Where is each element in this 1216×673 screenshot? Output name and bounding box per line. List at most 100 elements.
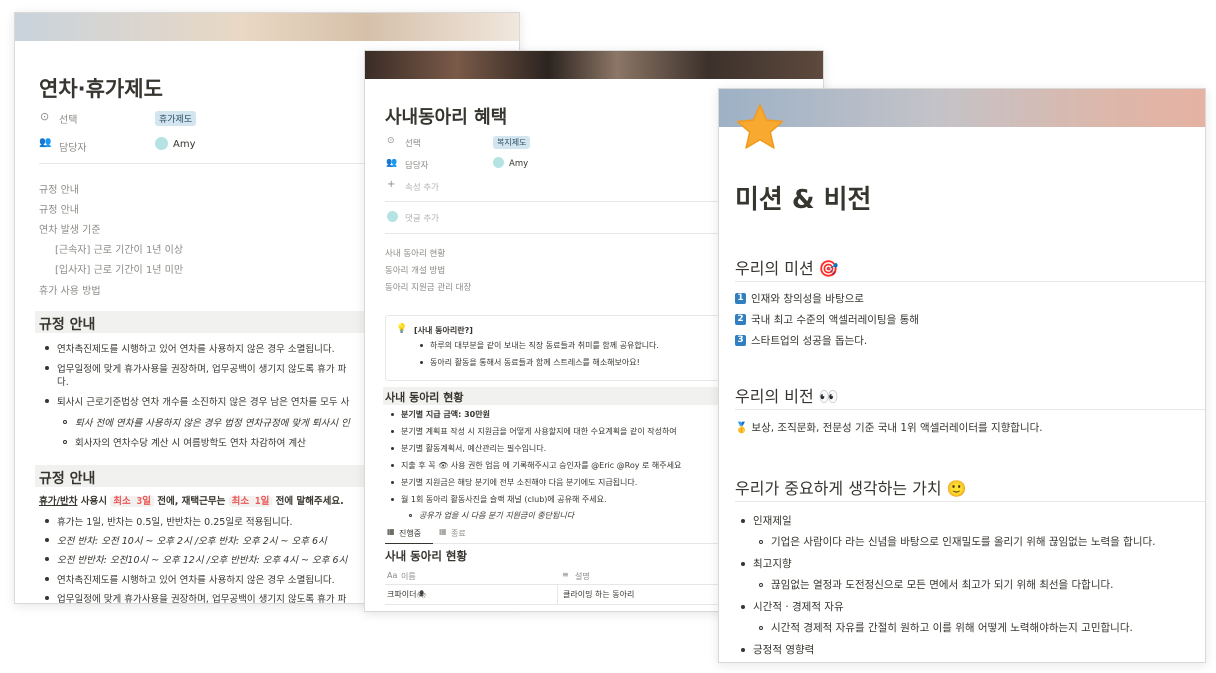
tab-ended[interactable]: 종료 (451, 528, 466, 539)
list-item: 오전 반차: 오전 10시 ~ 오후 2시 /오후 반차: 오후 2시 ~ 오후… (57, 536, 327, 547)
list-subitem: 퇴사 전에 연차를 사용하지 않은 경우 법정 연차규정에 맞게 퇴사시 인 (75, 418, 350, 429)
sub-bullet (63, 420, 67, 424)
value-name: 시간적 · 경제적 자유 (753, 601, 844, 613)
list-item: 국내 최고 수준의 액셀러레이팅을 통해 (751, 314, 919, 326)
tab-underline (385, 543, 433, 544)
inline-code: 최소 3일 (110, 496, 154, 507)
page-title: 미션 & 비전 (735, 185, 872, 215)
tab-active[interactable]: 진행중 (399, 528, 421, 539)
list-item: 분기별 지급 금액: 30만원 (401, 410, 490, 419)
section-heading: 규정 안내 (39, 317, 96, 333)
cover-image (719, 89, 1205, 127)
value-name: 최고지향 (753, 558, 792, 570)
select-tag[interactable]: 휴가제도 (155, 111, 197, 126)
bullet (391, 447, 394, 450)
value-desc: 끊임없는 열정과 도전정신으로 모든 면에서 최고가 되기 위해 최선을 다합니… (771, 579, 1114, 591)
toc-item[interactable]: [근속자] 근로 기간이 1년 이상 (55, 241, 183, 256)
bullet (45, 519, 49, 523)
list-item: 업무일정에 맞게 휴가사용을 권장하며, 업무공백이 생기지 않도록 휴가 파 (57, 364, 347, 375)
sub-bullet (759, 626, 763, 630)
add-comment-button[interactable]: 댓글 추가 (405, 212, 439, 224)
toc-item[interactable]: 연차 발생 기준 (39, 221, 101, 236)
divider (735, 501, 1205, 502)
people-icon: 👥 (39, 137, 52, 148)
list-item: 분기별 계획표 작성 시 지원금을 어떻게 사용할지에 대한 수요계획을 같이 … (401, 427, 677, 436)
bullet (741, 648, 745, 652)
rule-part: 사용시 (77, 496, 111, 507)
rule-part: 휴가/반차 (39, 496, 78, 507)
bullet (45, 399, 49, 403)
lightbulb-icon: 💡 (396, 324, 408, 334)
bullet (741, 562, 745, 566)
list-item: 분기별 활동계획서, 예산관리는 필수입니다. (401, 444, 547, 453)
select-icon: ⊙ (387, 136, 395, 146)
number-badge: 2 (735, 314, 746, 325)
list-item: 인재와 창의성을 바탕으로 (751, 293, 864, 305)
toc-item[interactable]: 동아리 개설 방법 (385, 264, 445, 276)
divider (735, 409, 1205, 410)
rule-part: 전에, 재택근무는 (153, 496, 229, 507)
table-icon: ▦ (387, 527, 395, 536)
column-header[interactable]: 이름 (401, 571, 416, 582)
column-header[interactable]: 설명 (575, 571, 590, 582)
toc-item[interactable]: 규정 안내 (39, 181, 79, 196)
section-heading: 규정 안내 (39, 471, 96, 487)
bullet (391, 413, 394, 416)
avatar (155, 137, 168, 150)
section-heading: 사내 동아리 현황 (385, 391, 464, 404)
bullet (45, 596, 49, 600)
avatar (493, 157, 504, 168)
list-item: 업무일정에 맞게 휴가사용을 권장하며, 업무공백이 생기지 않도록 휴가 파 (57, 594, 347, 604)
select-label: 선택 (405, 139, 421, 149)
select-icon: ⊙ (40, 110, 50, 123)
people-icon: 👥 (386, 158, 398, 168)
star-icon (736, 104, 784, 149)
divider (735, 281, 1205, 282)
bullet (391, 481, 394, 484)
owner-name[interactable]: Amy (509, 159, 528, 169)
sub-bullet (63, 440, 67, 444)
select-label: 선택 (59, 115, 78, 126)
value-name: 인재제일 (753, 515, 792, 527)
number-badge: 3 (735, 335, 746, 346)
callout-line: 동아리 활동을 통해서 동료들과 함께 스트레스를 해소해보아요! (430, 358, 640, 367)
table-cell-name[interactable]: 크파이더🕷 (387, 589, 427, 600)
bullet (391, 464, 394, 467)
page-card-mission-vision: 미션 & 비전 우리의 미션 🎯 1 인재와 창의성을 바탕으로 2 국내 최고… (718, 88, 1206, 663)
toc-item[interactable]: 사내 동아리 현황 (385, 247, 445, 259)
list-item-wrap: 다. (57, 377, 69, 388)
toc-item[interactable]: [입사자] 근로 기간이 1년 미만 (55, 261, 183, 276)
cover-image (365, 51, 823, 79)
table-title: 사내 동아리 현황 (385, 549, 468, 563)
owner-name[interactable]: Amy (173, 139, 196, 150)
section-heading: 우리의 비전 👀 (735, 387, 839, 406)
bullet (391, 430, 394, 433)
toc-item[interactable]: 규정 안내 (39, 201, 79, 216)
value-name: 긍정적 영향력 (753, 644, 815, 656)
bullet (45, 557, 49, 561)
value-desc: 시간적 경제적 자유를 간절히 원하고 이를 위해 어떻게 노력해야하는지 고민… (771, 622, 1133, 634)
rule-line: 휴가/반차 사용시 최소 3일 전에, 재택근무는 최소 1일 전에 말해주세요… (39, 493, 344, 507)
bullet (45, 366, 49, 370)
toc-item[interactable]: 동아리 지원금 관리 대장 (385, 281, 471, 293)
owner-label: 담당자 (405, 161, 429, 171)
plus-icon[interactable]: + (387, 179, 395, 190)
column-divider (557, 584, 558, 604)
list-item: 월 1회 동아리 활동사진을 슬랙 채널 (club)에 공유해 주세요. (401, 495, 607, 504)
page-title: 연차·휴가제도 (39, 77, 163, 101)
lines-icon: ≡ (562, 570, 569, 579)
owner-label: 담당자 (59, 143, 87, 154)
bullet (45, 538, 49, 542)
cover-image (15, 13, 519, 41)
toc-item[interactable]: 휴가 사용 방법 (39, 282, 101, 297)
select-tag[interactable]: 복지제도 (493, 136, 531, 149)
list-item: 분기별 지원금은 해당 분기에 전부 소진해야 다음 분기에도 지급됩니다. (401, 478, 638, 487)
bullet (45, 346, 49, 350)
list-item: 연차촉진제도를 시행하고 있어 연차를 사용하지 않은 경우 소멸됩니다. (57, 575, 335, 586)
bullet (391, 498, 394, 501)
add-property-button[interactable]: 속성 추가 (405, 181, 439, 193)
avatar (387, 211, 398, 222)
bullet (420, 361, 423, 364)
list-subitem: 공유가 업을 시 다음 분기 지원금이 중단됩니다 (419, 511, 575, 520)
table-cell-desc: 클라이밍 하는 동아리 (563, 590, 635, 599)
